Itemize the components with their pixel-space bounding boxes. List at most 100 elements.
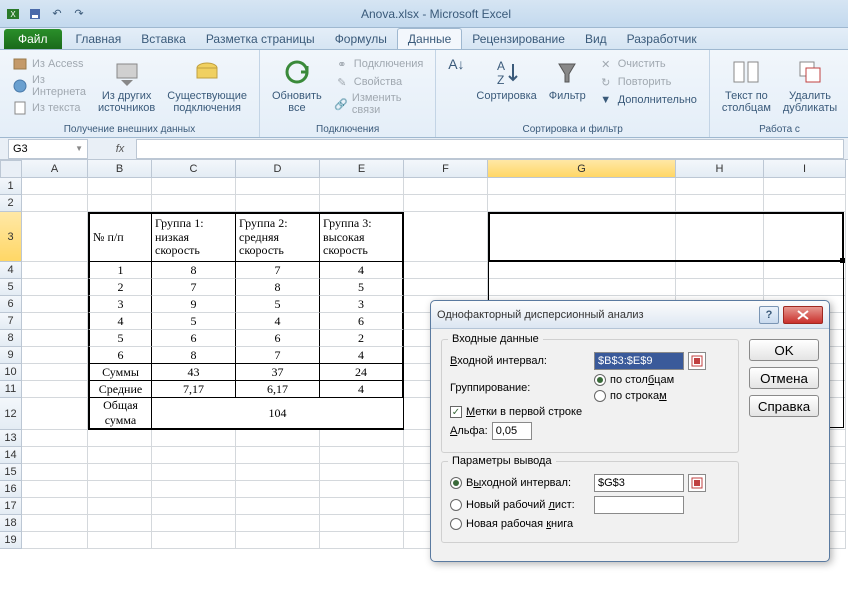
radio-new-sheet[interactable]: Новый рабочий лист: xyxy=(450,499,590,511)
from-text-button[interactable]: Из текста xyxy=(12,100,81,116)
cell[interactable]: 6,17 xyxy=(236,381,320,398)
cell[interactable]: 5 xyxy=(152,313,236,330)
cell[interactable] xyxy=(676,178,764,195)
refedit-icon[interactable] xyxy=(688,474,706,492)
cell[interactable] xyxy=(22,279,88,296)
cell[interactable]: 7 xyxy=(236,262,320,279)
cell[interactable] xyxy=(488,178,676,195)
column-header[interactable]: D xyxy=(236,160,320,178)
cell[interactable]: 4 xyxy=(320,381,404,398)
cell[interactable]: 3 xyxy=(88,296,152,313)
from-other-button[interactable]: Из других источников xyxy=(94,54,159,116)
cell[interactable] xyxy=(676,279,764,296)
cell[interactable] xyxy=(22,498,88,515)
cell[interactable] xyxy=(320,532,404,549)
tab-developer[interactable]: Разработчик xyxy=(617,29,707,49)
dialog-titlebar[interactable]: Однофакторный дисперсионный анализ ? xyxy=(431,301,829,329)
row-header[interactable]: 18 xyxy=(0,515,22,532)
row-header[interactable]: 13 xyxy=(0,430,22,447)
column-header[interactable]: F xyxy=(404,160,488,178)
advanced-filter-button[interactable]: ▼Дополнительно xyxy=(598,92,697,108)
cell[interactable] xyxy=(88,515,152,532)
cell[interactable] xyxy=(22,262,88,279)
cell[interactable] xyxy=(22,398,88,430)
cell[interactable]: Группа 1: низкая скорость xyxy=(152,212,236,262)
row-header[interactable]: 16 xyxy=(0,481,22,498)
cell[interactable] xyxy=(676,262,764,279)
cell[interactable] xyxy=(22,481,88,498)
cell[interactable] xyxy=(488,262,676,279)
cell[interactable] xyxy=(676,212,764,262)
text-to-columns-button[interactable]: Текст по столбцам xyxy=(718,54,775,116)
cell[interactable] xyxy=(320,178,404,195)
cell[interactable] xyxy=(88,447,152,464)
connections-button[interactable]: ⚭Подключения xyxy=(334,56,424,72)
row-header[interactable]: 12 xyxy=(0,398,22,430)
cell[interactable]: 43 xyxy=(152,364,236,381)
redo-icon[interactable]: ↷ xyxy=(70,5,88,23)
chevron-down-icon[interactable]: ▼ xyxy=(75,144,83,153)
sort-button[interactable]: AZ Сортировка xyxy=(472,54,540,104)
cell[interactable] xyxy=(488,195,676,212)
close-button[interactable] xyxy=(783,306,823,324)
cell[interactable] xyxy=(320,430,404,447)
column-header[interactable]: I xyxy=(764,160,846,178)
cell[interactable] xyxy=(320,515,404,532)
cell[interactable]: Группа 3: высокая скорость xyxy=(320,212,404,262)
cell[interactable] xyxy=(22,381,88,398)
cell[interactable] xyxy=(22,347,88,364)
fx-button[interactable]: fx xyxy=(108,143,132,155)
cell[interactable] xyxy=(22,430,88,447)
help-dialog-button[interactable]: Справка xyxy=(749,395,819,417)
cell[interactable] xyxy=(236,178,320,195)
cell[interactable]: 9 xyxy=(152,296,236,313)
radio-by-rows[interactable]: по строкам xyxy=(594,390,674,402)
cell[interactable] xyxy=(236,464,320,481)
row-header[interactable]: 7 xyxy=(0,313,22,330)
row-header[interactable]: 10 xyxy=(0,364,22,381)
cell[interactable]: 2 xyxy=(320,330,404,347)
row-header[interactable]: 19 xyxy=(0,532,22,549)
cell[interactable] xyxy=(320,498,404,515)
cell[interactable]: 4 xyxy=(320,262,404,279)
cell[interactable]: 4 xyxy=(88,313,152,330)
cell[interactable] xyxy=(22,296,88,313)
cell[interactable] xyxy=(22,212,88,262)
clear-filter-button[interactable]: ✕Очистить xyxy=(598,56,666,72)
tab-review[interactable]: Рецензирование xyxy=(462,29,575,49)
cell[interactable]: 6 xyxy=(236,330,320,347)
radio-output-interval[interactable]: Выходной интервал: xyxy=(450,477,590,489)
cell[interactable] xyxy=(764,262,846,279)
cell[interactable]: 8 xyxy=(236,279,320,296)
cell[interactable] xyxy=(320,481,404,498)
alpha-field[interactable] xyxy=(492,422,532,440)
cell[interactable]: 5 xyxy=(88,330,152,347)
row-header[interactable]: 14 xyxy=(0,447,22,464)
cell[interactable] xyxy=(764,178,846,195)
cell[interactable] xyxy=(88,178,152,195)
cell[interactable] xyxy=(88,498,152,515)
row-header[interactable]: 4 xyxy=(0,262,22,279)
cell[interactable] xyxy=(152,532,236,549)
sort-asc-button[interactable]: A↓ xyxy=(444,54,468,74)
cell[interactable] xyxy=(236,195,320,212)
tab-home[interactable]: Главная xyxy=(66,29,132,49)
cell[interactable]: 7 xyxy=(236,347,320,364)
cell[interactable]: 37 xyxy=(236,364,320,381)
undo-icon[interactable]: ↶ xyxy=(48,5,66,23)
cell[interactable]: 8 xyxy=(152,262,236,279)
column-header[interactable]: C xyxy=(152,160,236,178)
cell[interactable] xyxy=(764,279,846,296)
cell[interactable] xyxy=(152,481,236,498)
cell[interactable] xyxy=(320,447,404,464)
cell[interactable]: Общая сумма xyxy=(88,398,152,430)
cell[interactable] xyxy=(320,464,404,481)
row-header[interactable]: 3 xyxy=(0,212,22,262)
radio-by-columns[interactable]: по столбцам xyxy=(594,374,674,386)
row-header[interactable]: 17 xyxy=(0,498,22,515)
cell[interactable]: № п/п xyxy=(88,212,152,262)
cell[interactable] xyxy=(236,498,320,515)
column-header[interactable]: H xyxy=(676,160,764,178)
column-header[interactable]: G xyxy=(488,160,676,178)
from-web-button[interactable]: Из Интернета xyxy=(12,74,86,98)
